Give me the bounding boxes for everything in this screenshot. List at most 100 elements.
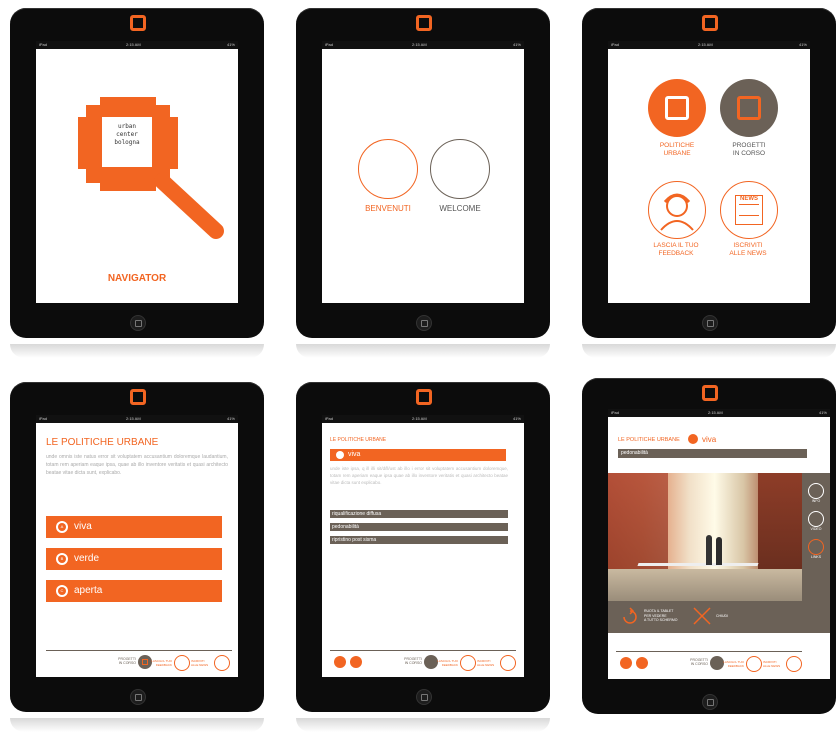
footer-feedback-icon[interactable] <box>746 656 762 672</box>
status-time: 2:15 AM <box>412 416 427 421</box>
home-button[interactable] <box>702 694 718 710</box>
home-button[interactable] <box>416 315 432 331</box>
footer-feedback-icon[interactable] <box>174 655 190 671</box>
pedonabilita-screen: iPad 2:15 AM 41% LE POLITICHE URBANE viv… <box>608 409 830 679</box>
footer-feedback-label: LASCIA IL TUO FEEDBACK <box>150 659 172 667</box>
footer-news-label: ISCRIVITI ALLE NEWS <box>191 659 211 667</box>
viva-badge-icon <box>688 434 698 444</box>
rotate-hint: RUOTA IL TABLET PER VEDERE A TUTTO SCHERMO <box>644 609 678 623</box>
viva-selected-button[interactable]: viva <box>330 449 506 461</box>
menu-label-line: PROGETTI <box>732 142 766 149</box>
magnifier-logo-icon <box>78 97 224 239</box>
verde-button[interactable]: B verde <box>46 548 222 570</box>
camera-logo-icon <box>130 389 146 405</box>
tablet-pedonabilita: iPad 2:15 AM 41% LE POLITICHE URBANE viv… <box>582 378 836 714</box>
street-photo[interactable] <box>608 473 802 601</box>
breadcrumb[interactable]: LE POLITICHE URBANE <box>618 437 680 443</box>
page-title: LE POLITICHE URBANE <box>46 437 159 448</box>
footer-news-label: ISCRIVITI ALLE NEWS <box>477 659 497 667</box>
home-button[interactable] <box>416 689 432 705</box>
logo-text: urban center bologna <box>102 123 152 147</box>
status-carrier: iPad <box>39 416 48 421</box>
rotate-icon[interactable] <box>620 607 640 627</box>
video-icon[interactable] <box>808 511 824 527</box>
status-time: 2:15 AM <box>126 416 141 421</box>
news-icon-text: NEWS <box>740 196 758 202</box>
footer-label-line: ALLE NEWS <box>191 663 209 667</box>
status-carrier: iPad <box>325 416 334 421</box>
welcome-label: WELCOME <box>439 204 481 213</box>
intro-text: unde iste ipsa, q ill illi sit/d/ll/ust … <box>330 466 508 485</box>
news-label: ISCRIVITI ALLE NEWS <box>708 242 788 258</box>
menu-label-line: POLITICHE <box>659 142 695 149</box>
intro-text: unde omnis iste natus error sit voluptat… <box>46 454 228 476</box>
info-icon[interactable] <box>808 483 824 499</box>
list-item[interactable]: pedonabilità <box>330 523 508 531</box>
tablet-splash: iPad 2:15 AM 41% urban center bologna NA… <box>10 8 264 358</box>
footer-news-icon[interactable] <box>214 655 230 671</box>
menu-label-line: LASCIA IL TUO <box>653 242 699 249</box>
status-bar: iPad 2:15 AM 41% <box>36 415 238 423</box>
footer-feedback-label: LASCIA IL TUO FEEDBACK <box>722 660 744 668</box>
aperta-button[interactable]: C aperta <box>46 580 222 602</box>
feedback-person-icon <box>648 181 706 239</box>
list-item[interactable]: ripristino post sisma <box>330 536 508 544</box>
status-bar: iPad 2:15 AM 41% <box>322 415 524 423</box>
back-a-icon[interactable] <box>334 656 346 668</box>
status-battery: 41% <box>226 416 235 421</box>
badge-icon: C <box>56 585 68 597</box>
back-b-icon[interactable] <box>636 657 648 669</box>
politiche-screen: iPad 2:15 AM 41% LE POLITICHE URBANE und… <box>36 415 238 677</box>
selected-label[interactable]: viva <box>702 435 716 444</box>
reflection <box>296 718 550 732</box>
footer-progetti-label: PROGETTI IN CORSO <box>382 657 422 665</box>
menu-label-line: ALLE NEWS <box>729 250 767 257</box>
footer-label-line: IN CORSO <box>118 661 136 665</box>
circle-icon <box>430 139 490 199</box>
footer-label-line: FEEDBACK <box>441 663 458 667</box>
close-icon[interactable] <box>692 606 712 626</box>
back-b-icon[interactable] <box>350 656 362 668</box>
status-battery: 41% <box>512 416 521 421</box>
footer-news-icon[interactable] <box>500 655 516 671</box>
section-bar: pedonabilità <box>618 449 807 458</box>
footer-progetti-label: PROGETTI IN CORSO <box>96 657 136 665</box>
reflection <box>296 344 550 358</box>
home-button[interactable] <box>130 315 146 331</box>
back-a-icon[interactable] <box>620 657 632 669</box>
camera-logo-icon <box>416 15 432 31</box>
footer-label-line: IN CORSO <box>404 661 422 665</box>
breadcrumb[interactable]: LE POLITICHE URBANE <box>330 437 386 443</box>
rotate-hint-line: A TUTTO SCHERMO <box>644 618 678 622</box>
button-label: viva <box>348 451 361 458</box>
photo-toolbar: RUOTA IL TABLET PER VEDERE A TUTTO SCHERMO… <box>608 601 830 633</box>
politiche-icon <box>648 79 706 137</box>
status-battery: 41% <box>818 410 827 415</box>
status-battery: 41% <box>512 42 521 47</box>
home-button[interactable] <box>130 689 146 705</box>
logo-line: urban <box>117 123 137 130</box>
badge-letter: B <box>58 555 66 563</box>
footer-news-label: ISCRIVITI ALLE NEWS <box>763 660 783 668</box>
footer-label-line: IN CORSO <box>690 662 708 666</box>
home-button[interactable] <box>702 315 718 331</box>
links-icon[interactable] <box>808 539 824 555</box>
badge-letter: A <box>58 523 66 531</box>
footer-feedback-icon[interactable] <box>460 655 476 671</box>
camera-logo-icon <box>702 15 718 31</box>
viva-button[interactable]: A viva <box>46 516 222 538</box>
status-time: 2:15 AM <box>698 42 713 47</box>
footer-news-icon[interactable] <box>786 656 802 672</box>
rotate-hint-line: RUOTA IL TABLET <box>644 609 674 613</box>
footer-label-line: FEEDBACK <box>727 664 744 668</box>
camera-logo-icon <box>702 385 718 401</box>
circle-icon <box>358 139 418 199</box>
menu-label-line: ISCRIVITI <box>733 242 763 249</box>
footer-progetti-label: PROGETTI IN CORSO <box>668 658 708 666</box>
menu-label-line: URBANE <box>663 150 691 157</box>
reflection <box>10 718 264 732</box>
menu-label-line: IN CORSO <box>732 150 766 157</box>
list-item[interactable]: riqualificazione diffusa <box>330 510 508 518</box>
footer-divider <box>46 650 232 651</box>
footer-label-line: ALLE NEWS <box>477 663 495 667</box>
